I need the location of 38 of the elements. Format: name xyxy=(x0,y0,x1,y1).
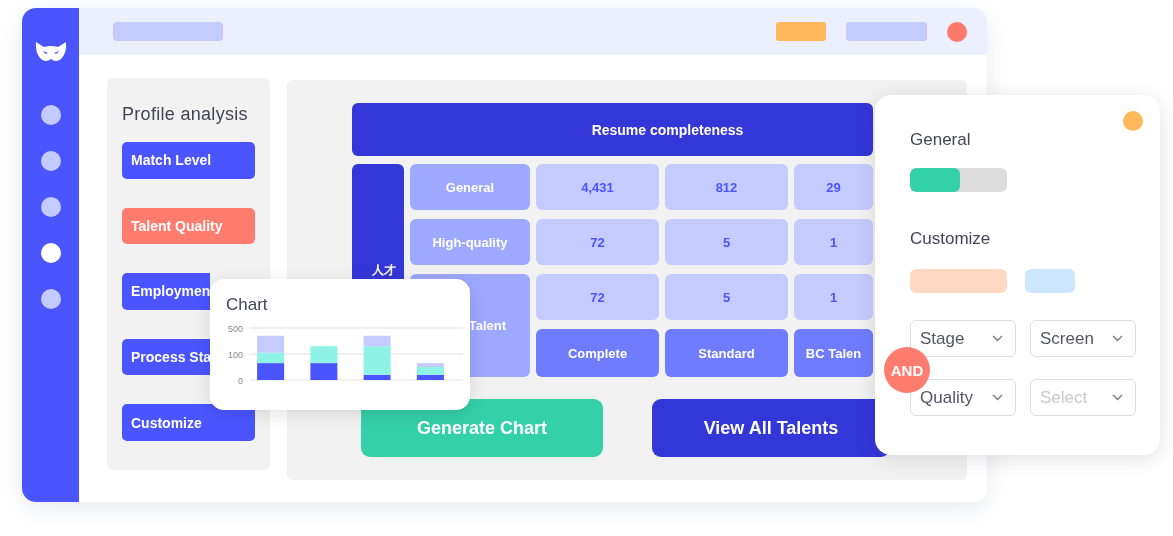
axis-tick-label: 0 xyxy=(238,375,243,386)
row-header: General xyxy=(410,164,530,210)
table-cell: 5 xyxy=(665,274,788,320)
nav-item[interactable] xyxy=(40,151,61,171)
table-cell: 72 xyxy=(536,219,659,265)
table-cell: 29 xyxy=(794,164,873,210)
nav-item[interactable] xyxy=(40,243,61,263)
chevron-down-icon xyxy=(1112,394,1123,401)
filter-button[interactable]: Employmen xyxy=(122,273,210,310)
status-dot xyxy=(1123,111,1143,131)
nav-item[interactable] xyxy=(40,289,61,309)
filter-button[interactable]: Customize xyxy=(122,404,255,441)
chevron-down-icon xyxy=(992,335,1003,342)
table-cell: 1 xyxy=(794,274,873,320)
section-label: General xyxy=(910,130,971,150)
table-cell: 4,431 xyxy=(536,164,659,210)
row-header: High-quality xyxy=(410,219,530,265)
column-header: Standard xyxy=(665,329,788,377)
nav-item[interactable] xyxy=(40,105,61,125)
filter-button[interactable]: Match Level xyxy=(122,142,255,179)
chevron-down-icon xyxy=(1112,335,1123,342)
table-cell: 1 xyxy=(794,219,873,265)
section-label: Customize xyxy=(910,229,991,249)
status-pill xyxy=(776,22,826,41)
axis-tick-label: 500 xyxy=(227,323,243,334)
chevron-down-icon xyxy=(992,394,1003,401)
axis-tick-label: 100 xyxy=(227,349,243,360)
chart-title: Chart xyxy=(226,295,268,315)
table-cell: 812 xyxy=(665,164,788,210)
table-cell: 5 xyxy=(665,219,788,265)
column-header: Complete xyxy=(536,329,659,377)
dropdown[interactable]: Screen xyxy=(1030,320,1136,357)
panel-title: Profile analysis xyxy=(122,104,249,125)
nav-item[interactable] xyxy=(40,197,61,217)
close-dot[interactable] xyxy=(947,21,967,42)
column-header: BC Talen xyxy=(794,329,873,377)
table-cell: 72 xyxy=(536,274,659,320)
table-header: Resume completeness xyxy=(352,103,873,156)
